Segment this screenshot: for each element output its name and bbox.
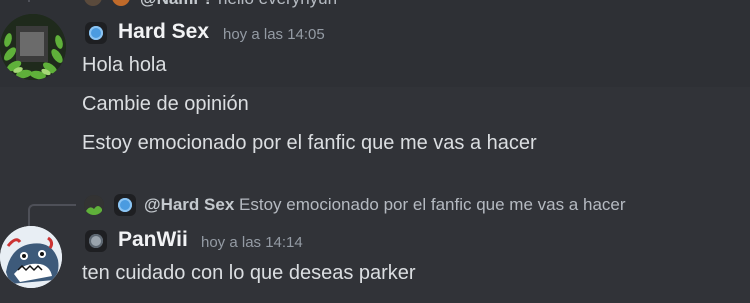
reply-connector: [28, 204, 76, 226]
reply-mention[interactable]: @Hard Sex: [144, 195, 234, 214]
role-badge-icon[interactable]: [85, 22, 107, 44]
role-badge-dot: [89, 234, 103, 248]
author-name[interactable]: Hard Sex: [118, 20, 209, 44]
message-line: Cambie de opinión: [82, 93, 249, 115]
message-line: Estoy emocionado por el fanfic que me va…: [82, 132, 537, 154]
creature-avatar-icon: [0, 226, 62, 288]
author-name[interactable]: PanWii: [118, 228, 188, 252]
message-line: ten cuidado con lo que deseas parker: [82, 262, 416, 284]
role-badge-dot: [89, 26, 103, 40]
reply-role-badge-icon: [114, 194, 136, 216]
role-badge-icon[interactable]: [85, 230, 107, 252]
user-avatar[interactable]: [0, 226, 62, 288]
reply-text: Estoy emocionado por el fanfic que me va…: [239, 195, 626, 214]
leaf-wreath-avatar-icon: [0, 14, 66, 80]
user-avatar[interactable]: [0, 14, 66, 80]
message-line: Hola hola: [82, 54, 167, 76]
top-reply-mention[interactable]: @Nami ?: [140, 0, 213, 8]
message-timestamp: hoy a las 14:14: [201, 234, 303, 251]
top-reply-connector: [28, 0, 38, 2]
top-reply-preview[interactable]: @Nami ? hello everyhyun: [140, 0, 337, 9]
reply-role-badge-dot: [118, 198, 132, 212]
reply-preview[interactable]: @Hard Sex Estoy emocionado por el fanfic…: [144, 195, 626, 215]
top-reply-text: hello everyhyun: [218, 0, 337, 8]
reply-avatar[interactable]: [84, 195, 104, 215]
message-timestamp: hoy a las 14:05: [223, 26, 325, 43]
reply-avatar-icon: [84, 195, 104, 215]
